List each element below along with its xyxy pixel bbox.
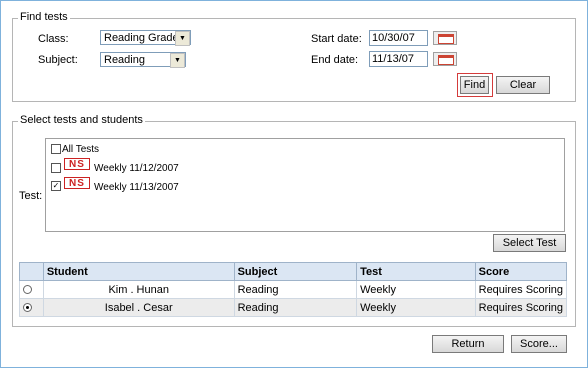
not-scored-badge: NS: [64, 177, 90, 189]
test-item-label: Weekly 11/12/2007: [94, 163, 179, 174]
find-button[interactable]: Find: [460, 76, 489, 94]
not-scored-badge: NS: [64, 158, 90, 170]
student-cell: Kim . Hunan: [42, 280, 235, 299]
clear-button[interactable]: Clear: [496, 76, 550, 94]
subject-cell: Reading: [233, 298, 358, 317]
test-cell: Weekly: [356, 280, 476, 299]
start-date-value: 10/30/07: [372, 32, 415, 44]
find-tests-legend: Find tests: [18, 11, 70, 23]
table-header-row: Student Subject Test Score: [19, 262, 568, 281]
start-date-input[interactable]: 10/30/07: [369, 30, 428, 46]
subject-label: Subject:: [38, 54, 78, 66]
student-radio-selected[interactable]: [23, 303, 32, 313]
test-checkbox-checked[interactable]: ✓: [51, 181, 61, 191]
row-radio-cell[interactable]: [19, 280, 44, 299]
select-tests-legend: Select tests and students: [18, 114, 145, 126]
row-radio-cell[interactable]: [19, 298, 44, 317]
score-cell: Requires Scoring: [474, 298, 568, 317]
test-column-header[interactable]: Test: [356, 262, 476, 281]
student-cell: Isabel . Cesar: [42, 298, 235, 317]
start-date-calendar-button[interactable]: [433, 31, 457, 45]
end-date-value: 11/13/07: [372, 53, 415, 65]
end-date-calendar-button[interactable]: [433, 52, 457, 66]
subject-cell: Reading: [233, 280, 358, 299]
subject-select-value: Reading: [104, 54, 145, 66]
test-cell: Weekly: [356, 298, 476, 317]
student-radio[interactable]: [23, 285, 32, 295]
class-label: Class:: [38, 33, 69, 45]
chevron-down-icon[interactable]: ▼: [170, 53, 185, 68]
test-label: Test:: [19, 190, 43, 202]
select-test-button[interactable]: Select Test: [493, 234, 566, 252]
test-checkbox[interactable]: [51, 163, 61, 173]
end-date-input[interactable]: 11/13/07: [369, 51, 428, 67]
chevron-down-icon[interactable]: ▼: [175, 31, 190, 46]
table-row[interactable]: Kim . Hunan Reading Weekly Requires Scor…: [19, 280, 568, 299]
all-tests-checkbox[interactable]: [51, 144, 61, 154]
table-row[interactable]: Isabel . Cesar Reading Weekly Requires S…: [19, 298, 568, 317]
subject-column-header[interactable]: Subject: [233, 262, 358, 281]
score-button[interactable]: Score...: [511, 335, 567, 353]
start-date-label: Start date:: [311, 33, 362, 45]
subject-select[interactable]: Reading ▼: [100, 52, 186, 68]
class-select[interactable]: Reading Grade 1 ▼: [100, 30, 191, 46]
calendar-icon: [438, 34, 454, 44]
score-cell: Requires Scoring: [474, 280, 568, 299]
score-column-header[interactable]: Score: [474, 262, 568, 281]
return-button[interactable]: Return: [432, 335, 504, 353]
all-tests-label: All Tests: [62, 144, 100, 155]
student-column-header[interactable]: Student: [42, 262, 235, 281]
select-column-header: [19, 262, 44, 281]
calendar-icon: [438, 55, 454, 65]
end-date-label: End date:: [311, 54, 359, 66]
students-table: Student Subject Test Score Kim . Hunan R…: [19, 262, 568, 317]
test-item-label: Weekly 11/13/2007: [94, 182, 179, 193]
